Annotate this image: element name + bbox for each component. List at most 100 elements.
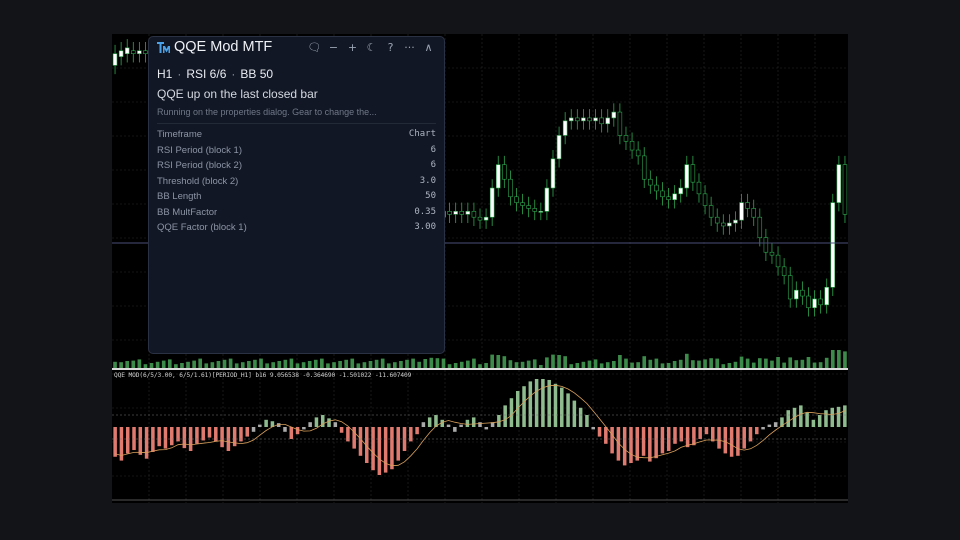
candle-body [587, 117, 592, 122]
candle-body [143, 50, 148, 54]
histogram-bar [729, 427, 734, 457]
volume-bar [526, 360, 531, 368]
candle-body [605, 117, 610, 125]
histogram-bar [125, 427, 130, 454]
volume-bar [581, 361, 586, 368]
minimize-icon[interactable]: − [324, 40, 343, 56]
volume-bar [715, 358, 720, 368]
candle-body [489, 187, 495, 218]
candle-body [702, 193, 708, 206]
histogram-bar [377, 427, 382, 475]
volume-bar [326, 363, 330, 368]
histogram-bar [824, 410, 828, 427]
histogram-bar [314, 417, 319, 427]
panel-titlebar[interactable]: QQE Mod MTF 🗨 − + ☾? ··· ∧ [149, 37, 444, 59]
histogram-bar [660, 427, 665, 454]
candle-body [727, 222, 732, 227]
histogram-bar [572, 400, 577, 427]
param-value: 3.00 [414, 222, 436, 232]
panel-note: Running on the properties dialog. Gear t… [157, 107, 377, 117]
volume-bar [356, 363, 361, 368]
candle-body [654, 184, 659, 192]
volume-bar [800, 359, 805, 368]
volume-bar [277, 361, 282, 368]
histogram-bar [566, 393, 570, 427]
candle-body [824, 286, 829, 306]
volume-bar [745, 358, 750, 368]
param-row: QQE Factor (block 1) 3.00 [157, 220, 436, 236]
volume-bar [691, 360, 695, 368]
candle-body [556, 135, 562, 160]
histogram-bar [799, 405, 803, 427]
histogram-bar [528, 381, 533, 427]
volume-bar [684, 353, 689, 368]
volume-bar [113, 361, 117, 368]
histogram-bar [541, 379, 545, 427]
histogram-bar [339, 427, 344, 433]
histogram-bar [157, 427, 161, 447]
more-icon[interactable]: ··· [400, 40, 419, 56]
volume-bar [210, 362, 215, 368]
volume-bar [727, 363, 732, 368]
tm-logo-icon [157, 42, 170, 53]
collapse-icon[interactable]: ∧ [419, 40, 438, 56]
histogram-bar [673, 427, 677, 444]
volume-bar [472, 358, 476, 368]
volume-bar [794, 360, 799, 368]
candle-body [818, 298, 823, 306]
comment-icon[interactable]: 🗨 [305, 40, 324, 56]
candle-body [769, 251, 775, 256]
indicator-label: QQE MOD(6/5/3.00, 6/5/1.61)[PERIOD_H1] b… [114, 372, 412, 379]
moon-icon[interactable]: ☾ [362, 40, 381, 56]
volume-bar [843, 351, 847, 368]
candle-body [721, 222, 726, 227]
divider [157, 123, 436, 124]
histogram-bar [704, 427, 709, 435]
volume-bar [240, 362, 245, 368]
histogram-bar [302, 427, 306, 430]
volume-bar [234, 363, 239, 368]
volume-bar [259, 358, 263, 368]
candle-body [575, 117, 580, 122]
param-row: RSI Period (block 2) 6 [157, 158, 436, 174]
bb-value: BB 50 [240, 67, 274, 81]
volume-bar [417, 361, 421, 368]
help-icon[interactable]: ? [381, 40, 400, 56]
volume-bar [563, 356, 567, 368]
candle-body [623, 135, 629, 142]
histogram-bar [547, 379, 551, 427]
candle-body [508, 178, 513, 198]
histogram-bar [383, 427, 388, 473]
param-row: BB MultFactor 0.35 [157, 205, 436, 221]
histogram-bar [836, 406, 841, 427]
histogram-bar [635, 427, 640, 461]
candle-body [787, 275, 793, 300]
candle-body [617, 111, 623, 136]
panel-toolbar: 🗨 − + ☾? ··· ∧ [305, 40, 438, 56]
volume-bar [757, 358, 762, 368]
candle-body [800, 289, 805, 297]
histogram-bar [151, 427, 155, 452]
plus-icon[interactable]: + [343, 40, 362, 56]
volume-bar [338, 361, 342, 368]
candle-body [514, 196, 519, 203]
volume-bar [770, 360, 774, 368]
candle-body [581, 117, 586, 122]
indicator-panel[interactable]: QQE Mod MTF 🗨 − + ☾? ··· ∧ H1 · RSI 6/6 · BB 50 Q… [148, 36, 445, 354]
candle-body [124, 47, 130, 54]
param-label: BB MultFactor [157, 206, 218, 218]
separator: · [231, 67, 236, 81]
histogram-bar [522, 386, 526, 427]
volume-bar [666, 363, 671, 368]
histogram-bar [534, 379, 539, 427]
volume-bar [429, 357, 434, 368]
param-label: RSI Period (block 1) [157, 144, 243, 156]
histogram-bar [289, 427, 294, 439]
candle-body [611, 111, 617, 119]
candle-body [641, 155, 647, 180]
histogram-bar [604, 427, 608, 444]
volume-bar [247, 361, 251, 368]
candle-body [830, 202, 836, 288]
candle-body [757, 216, 763, 238]
volume-bar [709, 358, 713, 368]
